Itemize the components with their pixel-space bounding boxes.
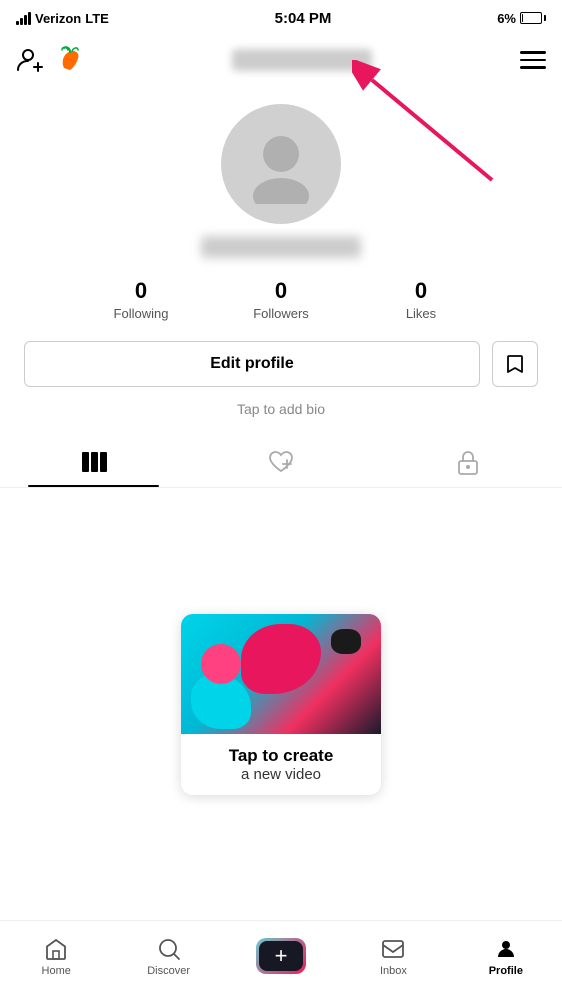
signal-bar-2 <box>20 18 23 25</box>
carrier-label: Verizon <box>35 11 81 26</box>
nav-profile[interactable]: Profile <box>450 921 562 1000</box>
nav-profile-label: Profile <box>489 965 523 977</box>
hamburger-line-1 <box>520 51 546 54</box>
hamburger-line-3 <box>520 66 546 69</box>
signal-bar-3 <box>24 15 27 25</box>
blob-1 <box>241 624 321 694</box>
create-video-card[interactable]: Tap to create a new video <box>181 614 381 795</box>
followers-stat[interactable]: 0 Followers <box>211 278 351 321</box>
followers-count: 0 <box>275 278 287 304</box>
nav-home-label: Home <box>42 965 71 977</box>
avatar-icon <box>241 124 321 204</box>
following-count: 0 <box>135 278 147 304</box>
bookmark-icon <box>504 353 526 375</box>
profile-section: 0 Following 0 Followers 0 Likes Edit pro… <box>0 88 562 437</box>
inbox-icon <box>381 937 405 961</box>
battery-icon <box>520 12 546 24</box>
blob-4 <box>331 629 361 654</box>
edit-profile-button[interactable]: Edit profile <box>24 341 480 387</box>
bottom-nav: Home Discover + Inbox Profile <box>0 920 562 1000</box>
status-bar: Verizon LTE 5:04 PM 6% <box>0 0 562 36</box>
status-time: 5:04 PM <box>275 10 332 27</box>
create-card-image <box>181 614 381 734</box>
nav-inbox[interactable]: Inbox <box>337 921 449 1000</box>
battery-percent: 6% <box>497 11 516 26</box>
following-label: Following <box>114 306 169 321</box>
signal-bars <box>16 11 31 25</box>
likes-stat[interactable]: 0 Likes <box>351 278 491 321</box>
plus-button-inner: + <box>259 941 303 971</box>
create-card-title: Tap to create <box>197 746 365 766</box>
avatar <box>221 104 341 224</box>
tab-liked[interactable] <box>187 437 374 487</box>
top-nav-left <box>16 45 84 75</box>
followers-label: Followers <box>253 306 309 321</box>
top-nav <box>0 36 562 88</box>
status-right: 6% <box>497 11 546 26</box>
discover-icon <box>157 937 181 961</box>
status-left: Verizon LTE <box>16 11 109 26</box>
liked-icon <box>268 450 294 474</box>
likes-count: 0 <box>415 278 427 304</box>
create-card-text: Tap to create a new video <box>181 734 381 795</box>
grid-icon <box>81 451 107 473</box>
content-area: Tap to create a new video <box>0 488 562 920</box>
likes-label: Likes <box>406 306 436 321</box>
following-stat[interactable]: 0 Following <box>71 278 211 321</box>
bookmark-button[interactable] <box>492 341 538 387</box>
profile-username-blur <box>201 236 361 258</box>
nav-plus[interactable]: + <box>225 921 337 1000</box>
lock-icon <box>457 449 479 475</box>
hamburger-line-2 <box>520 59 546 62</box>
nav-discover[interactable]: Discover <box>112 921 224 1000</box>
add-user-icon[interactable] <box>16 45 46 75</box>
nav-discover-label: Discover <box>147 965 190 977</box>
carrot-icon[interactable] <box>56 46 84 74</box>
signal-bar-1 <box>16 21 19 25</box>
tab-videos[interactable] <box>0 437 187 487</box>
blob-3 <box>201 644 241 684</box>
username-display <box>84 49 520 71</box>
profile-buttons-row: Edit profile <box>0 341 562 387</box>
bio-text[interactable]: Tap to add bio <box>237 401 325 417</box>
username-blur-block <box>232 49 372 71</box>
nav-home[interactable]: Home <box>0 921 112 1000</box>
tab-private[interactable] <box>375 437 562 487</box>
stats-row: 0 Following 0 Followers 0 Likes <box>0 278 562 321</box>
create-card-subtitle: a new video <box>197 766 365 783</box>
nav-inbox-label: Inbox <box>380 965 407 977</box>
hamburger-menu-button[interactable] <box>520 51 546 69</box>
tabs-row <box>0 437 562 488</box>
home-icon <box>44 937 68 961</box>
network-label: LTE <box>85 11 109 26</box>
signal-bar-4 <box>28 12 31 25</box>
profile-icon <box>494 937 518 961</box>
plus-button-outer[interactable]: + <box>256 938 306 974</box>
